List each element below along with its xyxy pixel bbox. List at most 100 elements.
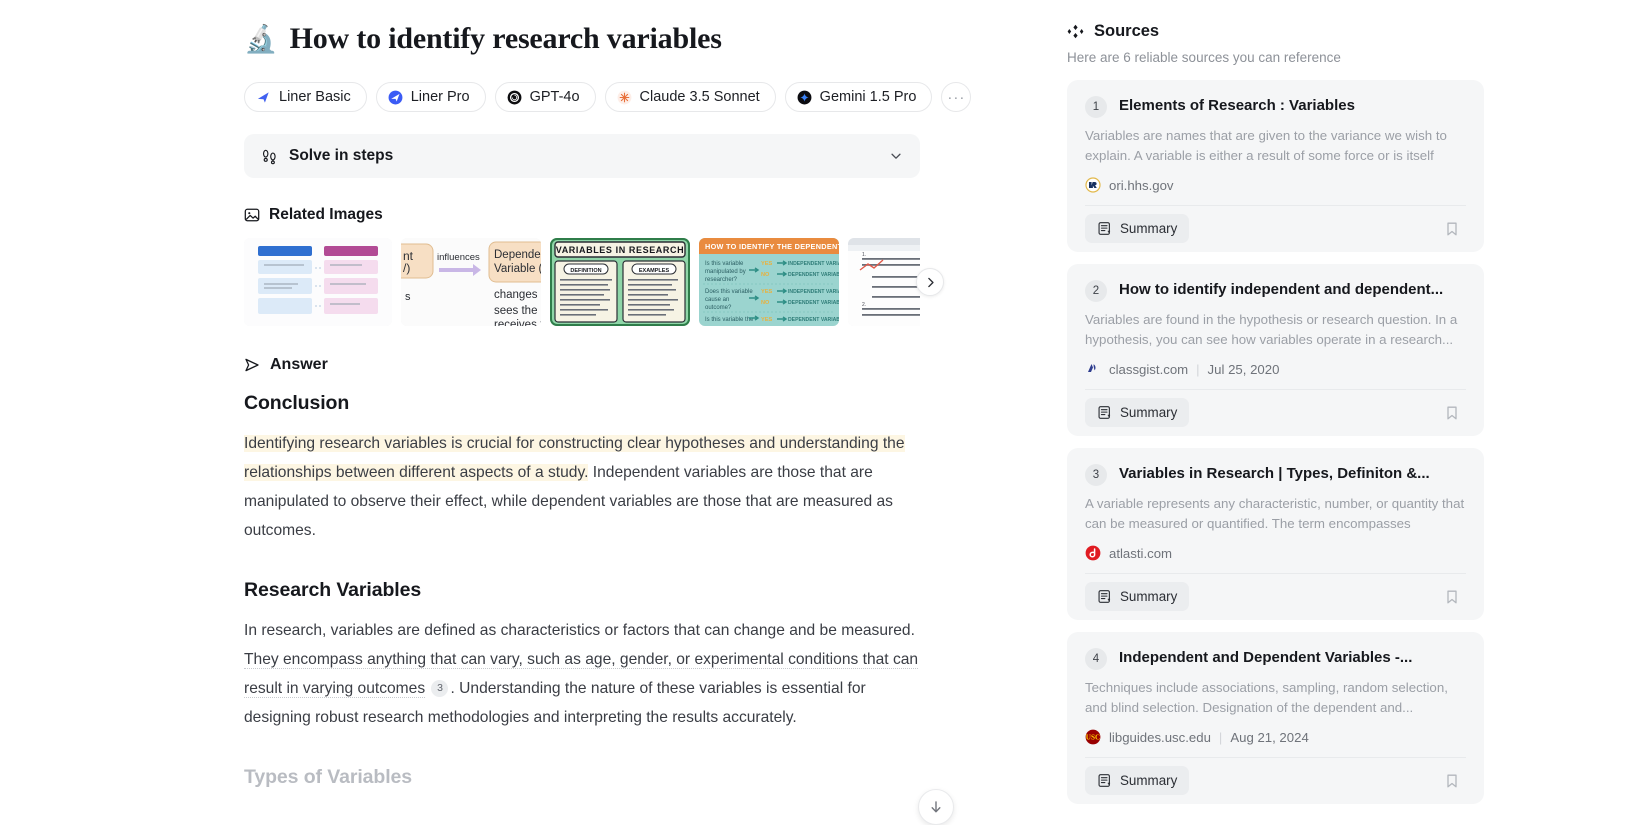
bookmark-icon	[1447, 222, 1457, 235]
model-chip-gpt-4o[interactable]: GPT-4o	[494, 82, 596, 112]
model-chip-label: Gemini 1.5 Pro	[819, 89, 917, 105]
source-date: Jul 25, 2020	[1207, 361, 1280, 377]
carousel-next-button[interactable]	[916, 268, 944, 296]
svg-text:receives th: receives th	[494, 319, 541, 326]
footsteps-icon	[262, 149, 276, 164]
sources-subtitle: Here are 6 reliable sources you can refe…	[1067, 50, 1341, 65]
source-card[interactable]: 4 Independent and Dependent Variables -.…	[1067, 632, 1484, 804]
source-card[interactable]: 3 Variables in Research | Types, Definit…	[1067, 448, 1484, 620]
summary-icon	[1098, 590, 1111, 603]
source-domain: libguides.usc.edu	[1109, 729, 1211, 745]
answer-label: Answer	[270, 356, 328, 373]
svg-text:DEPENDENT VARIABLE: DEPENDENT VARIABLE	[788, 272, 839, 278]
source-title[interactable]: How to identify independent and dependen…	[1119, 279, 1443, 301]
source-footer: Summary	[1085, 389, 1466, 427]
svg-text:DEFINITION: DEFINITION	[570, 268, 601, 274]
thumb-variables-table	[244, 238, 392, 326]
svg-text:influences: influences	[437, 252, 480, 263]
svg-text:NO: NO	[761, 272, 770, 278]
source-card[interactable]: 1 Elements of Research : Variables Varia…	[1067, 80, 1484, 252]
summary-button[interactable]: Summary	[1085, 766, 1190, 795]
related-image-thumb-selected[interactable]: VARIABLES IN RESEARCH DEFINITION EXAMPLE…	[550, 238, 690, 326]
svg-text:Is this variable: Is this variable	[705, 261, 744, 267]
source-description: Variables are names that are given to th…	[1085, 128, 1447, 163]
related-images-header: Related Images	[244, 206, 1060, 224]
summary-label: Summary	[1120, 589, 1178, 604]
chevron-down-icon[interactable]	[889, 149, 903, 163]
thumb-worksheet: 1. 2.	[848, 238, 920, 326]
model-chip-label: GPT-4o	[529, 89, 580, 105]
citation-badge[interactable]: 3	[431, 680, 449, 697]
sources-list: 1 Elements of Research : Variables Varia…	[1060, 80, 1484, 804]
model-chip-liner-basic[interactable]: Liner Basic	[244, 82, 367, 112]
atlasti-com-favicon	[1085, 545, 1101, 561]
source-domain: classgist.com	[1109, 361, 1189, 377]
claude-icon	[617, 90, 631, 104]
classgist-com-favicon	[1088, 364, 1096, 372]
bookmark-button[interactable]	[1438, 583, 1466, 611]
source-title[interactable]: Independent and Dependent Variables -...	[1119, 647, 1412, 669]
bookmark-button[interactable]	[1438, 767, 1466, 795]
ori-hhs-gov-favicon	[1085, 177, 1101, 193]
source-card[interactable]: 2 How to identify independent and depend…	[1067, 264, 1484, 436]
source-title-line: 3 Variables in Research | Types, Definit…	[1085, 463, 1466, 486]
svg-text:1.: 1.	[862, 252, 866, 258]
thumb-iv-influences-dv: nt /) influences Dependent Variable (D' …	[401, 238, 541, 326]
model-chip-liner-pro[interactable]: Liner Pro	[375, 82, 486, 112]
source-title[interactable]: Elements of Research : Variables	[1119, 95, 1355, 117]
model-chip-claude[interactable]: Claude 3.5 Sonnet	[604, 82, 776, 112]
gemini-icon	[797, 90, 812, 104]
paragraph-lead: In research, variables are defined as ch…	[244, 622, 915, 639]
sources-header: Sources	[1060, 22, 1650, 41]
svg-text:DEPENDENT VARIABLE: DEPENDENT VARIABLE	[788, 300, 839, 306]
bookmark-button[interactable]	[1438, 399, 1466, 427]
source-footer: Summary	[1085, 573, 1466, 611]
sources-column: Sources Here are 6 reliable sources you …	[1060, 0, 1650, 825]
related-image-thumb[interactable]: 1. 2.	[848, 238, 920, 326]
svg-text:outcome?: outcome?	[705, 305, 732, 311]
source-meta: atlasti.com	[1085, 545, 1466, 573]
svg-text:YES: YES	[761, 289, 772, 295]
model-chip-gemini[interactable]: Gemini 1.5 Pro	[784, 82, 933, 112]
summary-button[interactable]: Summary	[1085, 398, 1190, 427]
related-image-thumb[interactable]: nt /) influences Dependent Variable (D' …	[401, 238, 541, 326]
section-heading-research-variables: Research Variables	[244, 579, 422, 601]
related-images-track[interactable]: nt /) influences Dependent Variable (D' …	[244, 238, 920, 326]
source-date: Aug 21, 2024	[1230, 729, 1309, 745]
solve-in-steps-panel[interactable]: Solve in steps	[244, 134, 920, 178]
svg-text:changes: changes	[494, 289, 538, 301]
related-images-label: Related Images	[269, 206, 383, 223]
source-footer: Summary	[1085, 205, 1466, 243]
sources-title: Sources	[1094, 22, 1160, 40]
svg-text:INDEPENDENT VARIABLE: INDEPENDENT VARIABLE	[788, 289, 839, 295]
source-title-line: 1 Elements of Research : Variables	[1085, 95, 1466, 118]
related-image-thumb[interactable]	[244, 238, 392, 326]
scroll-to-bottom-button[interactable]	[918, 789, 954, 825]
more-models-button[interactable]: ···	[941, 82, 972, 112]
source-title[interactable]: Variables in Research | Types, Definiton…	[1119, 463, 1430, 485]
svg-text:DEPENDENT VARIABLE: DEPENDENT VARIABLE	[788, 317, 839, 323]
send-icon	[245, 358, 259, 372]
source-title-line: 4 Independent and Dependent Variables -.…	[1085, 647, 1466, 670]
svg-text:Variable (D': Variable (D'	[494, 263, 541, 275]
bookmark-icon	[1447, 590, 1457, 603]
model-chip-label: Liner Pro	[410, 89, 470, 105]
bookmark-button[interactable]	[1438, 215, 1466, 243]
libguides-usc-edu-favicon: USC	[1085, 729, 1101, 745]
source-footer: Summary	[1085, 757, 1466, 795]
sources-diamonds-icon	[1067, 24, 1084, 39]
related-image-thumb[interactable]: HOW TO IDENTIFY THE DEPENDENT VARIABLE I…	[699, 238, 839, 326]
page-title: How to identify research variables	[289, 22, 722, 55]
meta-separator: |	[1218, 729, 1223, 745]
source-number: 3	[1085, 464, 1107, 486]
source-domain: ori.hhs.gov	[1109, 177, 1174, 193]
source-domain: atlasti.com	[1109, 545, 1173, 561]
summary-button[interactable]: Summary	[1085, 214, 1190, 243]
svg-text:sees the re: sees the re	[494, 305, 541, 317]
liner-basic-icon	[257, 91, 269, 103]
summary-button[interactable]: Summary	[1085, 582, 1190, 611]
svg-text:VARIABLES IN RESEARCH: VARIABLES IN RESEARCH	[556, 245, 684, 255]
source-meta: classgist.com | Jul 25, 2020	[1085, 361, 1466, 389]
conclusion-paragraph: Identifying research variables is crucia…	[244, 429, 920, 545]
svg-text:manipulated by: manipulated by	[705, 269, 746, 275]
